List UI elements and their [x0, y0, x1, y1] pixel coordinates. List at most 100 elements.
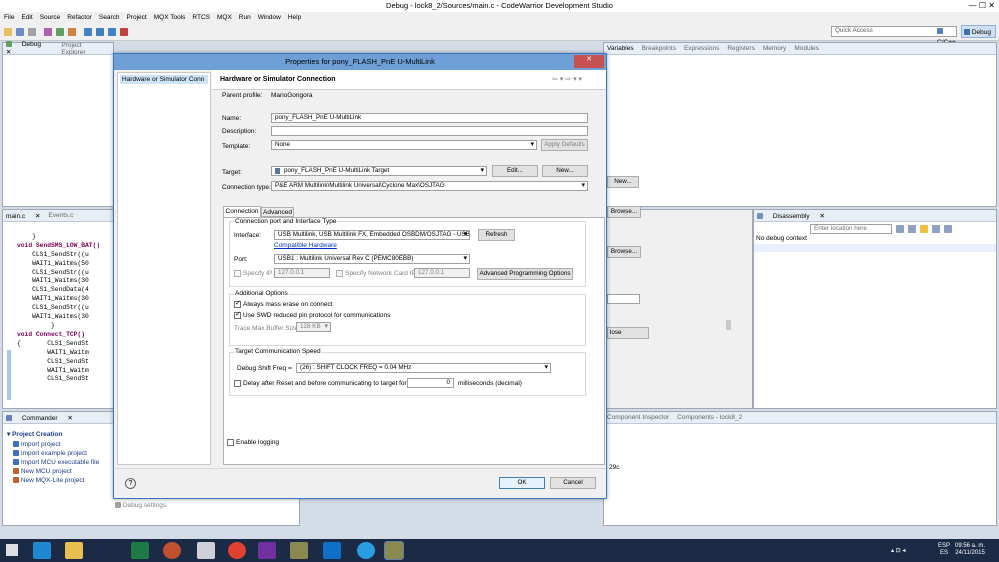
mass-erase-checkbox[interactable] [234, 300, 241, 308]
perspective-cpp[interactable]: C/C++ [937, 26, 961, 46]
target-select[interactable]: pony_FLASH_PnE U-MultiLink Target [271, 166, 487, 176]
enable-logging-checkbox[interactable] [227, 439, 234, 446]
project-creation-header[interactable]: ▾ Project Creation [7, 430, 62, 438]
go-icon[interactable] [896, 225, 904, 233]
tab-variables[interactable]: Variables [607, 45, 634, 52]
location-input[interactable]: Enter location here [810, 224, 892, 234]
new-icon[interactable] [4, 28, 12, 36]
specify-ip-checkbox[interactable] [234, 270, 241, 277]
step-over-icon[interactable] [96, 28, 104, 36]
target-new-button[interactable]: New... [542, 165, 588, 177]
cmd-new-mcu-project[interactable]: New MCU project [13, 468, 72, 475]
print-icon[interactable] [28, 28, 36, 36]
tab-events-c[interactable]: Events.c [48, 212, 73, 219]
nav-item-hardware[interactable]: Hardware or Simulator Conn [120, 75, 208, 84]
chrome-taskbar-icon[interactable] [228, 542, 246, 559]
advanced-programming-options-button[interactable]: Advanced Programming Options [477, 268, 573, 280]
telegram-taskbar-icon[interactable] [357, 542, 375, 559]
apply-defaults-button[interactable]: Apply Defaults [541, 139, 588, 151]
background-browse2-button[interactable]: Browse... [607, 246, 641, 258]
ok-button[interactable]: OK [499, 477, 545, 489]
template-select[interactable]: None [271, 140, 537, 150]
tab-advanced[interactable]: Advanced [261, 207, 294, 217]
debug-icon[interactable] [56, 28, 64, 36]
menu-search[interactable]: Search [99, 14, 120, 21]
menu-run[interactable]: Run [239, 14, 251, 21]
excel-taskbar-icon[interactable] [131, 542, 149, 559]
menu-mqx-tools[interactable]: MQX Tools [154, 14, 186, 21]
refresh-button[interactable]: Refresh [478, 229, 515, 241]
window-controls[interactable]: — ☐ ✕ [955, 1, 995, 11]
compatible-hardware-link[interactable]: Compatible Hardware [274, 242, 337, 249]
run-icon[interactable] [68, 28, 76, 36]
link-icon[interactable] [908, 225, 916, 233]
outlook-taskbar-icon[interactable] [323, 542, 341, 559]
shift-freq-select[interactable]: (26) : SHIFT CLOCK FREQ = 0.04 MHz [296, 363, 551, 373]
menu-refactor[interactable]: Refactor [67, 14, 92, 21]
menu-project[interactable]: Project [126, 14, 146, 21]
language-indicator[interactable]: ESP ES [938, 543, 950, 557]
tab-expressions[interactable]: Expressions [684, 45, 719, 52]
tab-modules[interactable]: Modules [794, 45, 819, 52]
cmd-import-example[interactable]: Import example project [13, 450, 87, 457]
clock[interactable]: 09:56 a. m. 24/11/2015 [955, 543, 985, 557]
refresh-icon[interactable] [920, 225, 928, 233]
code-area[interactable]: } void SendSMS_LOW_BAT() CLS1_SendStr((u … [3, 222, 113, 402]
card-ip-input[interactable]: 127.0.0.1 [414, 268, 470, 278]
tab-debug[interactable]: Debug ✕ [6, 41, 53, 56]
ip-input[interactable]: 127.0.0.1 [274, 268, 330, 278]
description-input[interactable] [271, 126, 588, 136]
start-windows-icon[interactable] [6, 544, 18, 556]
specify-card-ip-checkbox[interactable] [336, 270, 343, 277]
port-select[interactable]: USB1 : Multilink Universal Rev C (PEMC80… [274, 254, 470, 264]
codewarrior-taskbar-icon[interactable] [290, 542, 308, 559]
target-edit-button[interactable]: Edit... [492, 165, 538, 177]
notepad-taskbar-icon[interactable] [197, 542, 215, 559]
tab-disassembly[interactable]: Disassembly ✕ [757, 212, 825, 220]
menu-icon[interactable] [944, 225, 952, 233]
cancel-button[interactable]: Cancel [550, 477, 596, 489]
background-browse1-button[interactable]: Browse... [607, 206, 641, 218]
perspective-debug[interactable]: Debug [961, 25, 996, 38]
scrollbar-thumb[interactable] [726, 320, 731, 330]
toggle-source-icon[interactable] [932, 225, 940, 233]
history-nav-arrows[interactable]: ⇦ ▾ ⇨ ▾ ▾ [552, 75, 582, 83]
tab-memory[interactable]: Memory [763, 45, 786, 52]
cmd-new-mqx-lite[interactable]: New MQX-Lite project [13, 477, 84, 484]
delay-checkbox[interactable] [234, 380, 241, 387]
swd-checkbox[interactable] [234, 311, 241, 319]
menu-mqx[interactable]: MQX [217, 14, 232, 21]
dialog-close-button[interactable]: ✕ [574, 55, 604, 68]
save-icon[interactable] [16, 28, 24, 36]
menu-source[interactable]: Source [40, 14, 61, 21]
codewarrior-active-taskbar-icon[interactable] [384, 541, 404, 560]
help-icon[interactable]: ? [125, 478, 136, 489]
tab-main-c[interactable]: main.c ✕ [6, 212, 40, 220]
tray-icons[interactable]: ▴ ⊡ ◂ [891, 547, 905, 554]
menu-edit[interactable]: Edit [21, 14, 32, 21]
tab-components[interactable]: Components - lock8_2 [677, 414, 742, 421]
build-icon[interactable] [44, 28, 52, 36]
interface-select[interactable]: USB Multilink, USB Multilink FX, Embedde… [274, 230, 470, 240]
tab-registers[interactable]: Registers [727, 45, 754, 52]
step-return-icon[interactable] [108, 28, 116, 36]
name-input[interactable]: pony_FLASH_PnE U-MultiLink [271, 113, 588, 123]
tab-component-inspector[interactable]: Component Inspector [607, 414, 669, 421]
tab-connection[interactable]: Connection [223, 206, 261, 217]
menu-rtcs[interactable]: RTCS [192, 14, 210, 21]
delay-input[interactable]: 0 [407, 378, 454, 388]
tab-project-explorer[interactable]: Project Explorer [61, 42, 105, 56]
cmd-debug-settings[interactable]: Debug settings [115, 502, 166, 509]
media-taskbar-icon[interactable] [163, 542, 181, 559]
connection-type-select[interactable]: P&E ARM Multilink\Multilink Universal\Cy… [271, 181, 588, 191]
menu-file[interactable]: File [4, 14, 14, 21]
visual-studio-taskbar-icon[interactable] [258, 542, 276, 559]
cmd-import-executable[interactable]: Import MCU executable file [13, 459, 99, 466]
background-close-button[interactable]: lose [607, 327, 649, 339]
menu-window[interactable]: Window [258, 14, 281, 21]
step-into-icon[interactable] [84, 28, 92, 36]
explorer-taskbar-icon[interactable] [65, 542, 83, 559]
background-new-button[interactable]: New... [607, 176, 639, 188]
cmd-import-project[interactable]: Import project [13, 441, 61, 448]
trace-buffer-select[interactable]: 128 KB [296, 322, 331, 332]
